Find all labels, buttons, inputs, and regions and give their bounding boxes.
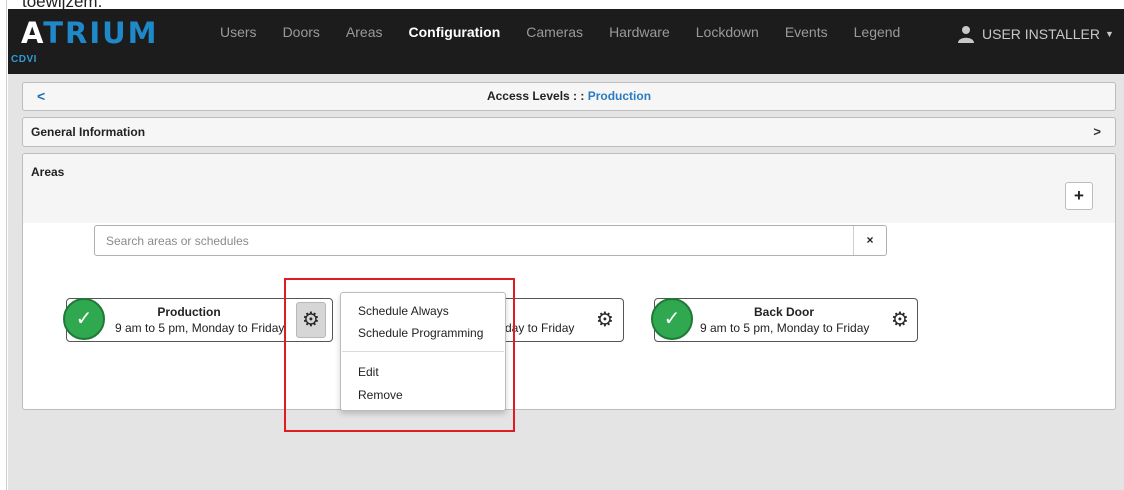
area-name: Back Door (753, 305, 815, 319)
user-menu[interactable]: USER INSTALLER ▼ (958, 25, 1114, 43)
user-name: USER INSTALLER (982, 26, 1100, 42)
gear-icon[interactable]: ⚙ (885, 302, 915, 338)
areas-header: Areas + (23, 154, 1115, 223)
gear-icon[interactable]: ⚙ (590, 302, 620, 338)
breadcrumb-current[interactable]: Production (588, 89, 651, 103)
nav-links: Users Doors Areas Configuration Cameras … (220, 24, 926, 40)
logo-subtitle: CDVI (11, 54, 37, 65)
chevron-right-icon[interactable]: > (1093, 124, 1101, 139)
search-box: × (94, 225, 887, 256)
top-navbar: ATRIUM CDVI Users Doors Areas Configurat… (8, 9, 1124, 74)
breadcrumb-bar: < Access Levels : : Production (22, 82, 1116, 111)
nav-hardware[interactable]: Hardware (609, 24, 670, 40)
area-name: Production (157, 305, 221, 319)
clear-search-button[interactable]: × (853, 226, 886, 255)
user-icon (958, 26, 974, 43)
general-information-panel[interactable]: General Information > (22, 117, 1116, 147)
general-information-title: General Information (31, 125, 146, 139)
check-icon: ✓ (651, 298, 693, 340)
area-schedule: 9 am to 5 pm, Monday to Friday (700, 321, 870, 335)
area-schedule: 9 am to 5 pm, Monday to Friday (115, 321, 285, 335)
nav-events[interactable]: Events (785, 24, 828, 40)
nav-users[interactable]: Users (220, 24, 257, 40)
areas-title: Areas (31, 165, 65, 179)
areas-panel: Areas + × (22, 153, 1116, 410)
highlight-box (284, 278, 515, 432)
nav-areas[interactable]: Areas (346, 24, 383, 40)
atrium-logo[interactable]: ATRIUM (21, 18, 159, 48)
nav-cameras[interactable]: Cameras (526, 24, 583, 40)
check-icon: ✓ (63, 298, 105, 340)
nav-lockdown[interactable]: Lockdown (696, 24, 759, 40)
nav-doors[interactable]: Doors (283, 24, 320, 40)
breadcrumb: Access Levels : : Production (23, 89, 1115, 103)
nav-configuration[interactable]: Configuration (409, 24, 501, 40)
logo-text: ATRIUM (21, 16, 159, 50)
add-area-button[interactable]: + (1065, 182, 1093, 210)
caret-down-icon: ▼ (1105, 29, 1114, 39)
area-schedule: day to Friday (505, 321, 575, 335)
nav-legend[interactable]: Legend (854, 24, 901, 40)
area-card-back-door: ✓ Back Door 9 am to 5 pm, Monday to Frid… (651, 298, 918, 342)
search-input[interactable] (95, 226, 847, 255)
page-edge-rule (6, 0, 7, 490)
breadcrumb-prefix: Access Levels : : (486, 89, 588, 103)
